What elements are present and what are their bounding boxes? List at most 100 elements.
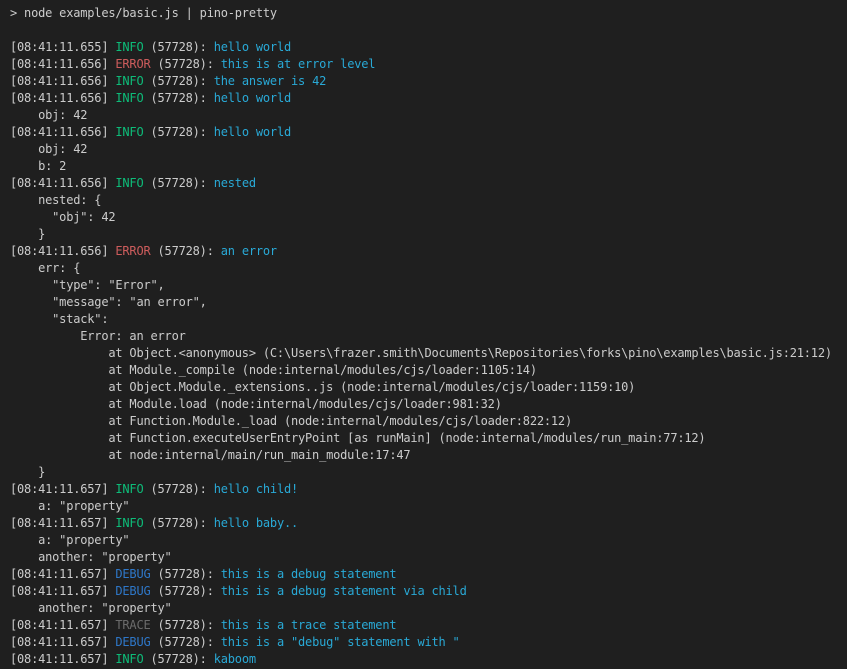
- command-line: > node examples/basic.js | pino-pretty: [10, 5, 847, 22]
- property-line: Error: an error: [10, 328, 847, 345]
- property-text: at Module._compile (node:internal/module…: [10, 363, 537, 377]
- property-line: at Function.Module._load (node:internal/…: [10, 413, 847, 430]
- log-line: [08:41:11.657] INFO (57728): kaboom: [10, 651, 847, 668]
- log-message: this is a "debug" statement with ": [221, 635, 460, 649]
- property-text: at Module.load (node:internal/modules/cj…: [10, 397, 502, 411]
- log-line: [08:41:11.657] DEBUG (57728): this is a …: [10, 566, 847, 583]
- log-pid: (57728):: [151, 244, 221, 258]
- log-timestamp: [08:41:11.655]: [10, 40, 115, 54]
- log-message: hello world: [214, 40, 291, 54]
- log-level: INFO: [115, 40, 143, 54]
- property-text: b: 2: [10, 159, 66, 173]
- property-line: "message": "an error",: [10, 294, 847, 311]
- log-level: INFO: [115, 652, 143, 666]
- property-text: Error: an error: [10, 329, 186, 343]
- log-timestamp: [08:41:11.656]: [10, 244, 115, 258]
- log-timestamp: [08:41:11.656]: [10, 57, 115, 71]
- log-line: [08:41:11.657] INFO (57728): hello baby.…: [10, 515, 847, 532]
- log-pid: (57728):: [151, 584, 221, 598]
- log-timestamp: [08:41:11.657]: [10, 652, 115, 666]
- log-timestamp: [08:41:11.657]: [10, 482, 115, 496]
- log-message: an error: [221, 244, 277, 258]
- log-timestamp: [08:41:11.657]: [10, 567, 115, 581]
- log-message: hello baby..: [214, 516, 298, 530]
- property-line: another: "property": [10, 600, 847, 617]
- log-timestamp: [08:41:11.656]: [10, 74, 115, 88]
- log-pid: (57728):: [143, 482, 213, 496]
- log-line: [08:41:11.656] INFO (57728): nested: [10, 175, 847, 192]
- property-text: a: "property": [10, 499, 129, 513]
- log-level: INFO: [115, 91, 143, 105]
- log-pid: (57728):: [143, 91, 213, 105]
- property-text: another: "property": [10, 550, 172, 564]
- log-line: [08:41:11.656] INFO (57728): hello world: [10, 90, 847, 107]
- property-text: "message": "an error",: [10, 295, 207, 309]
- property-text: nested: {: [10, 193, 101, 207]
- log-message: hello child!: [214, 482, 298, 496]
- property-text: at Object.<anonymous> (C:\Users\frazer.s…: [10, 346, 832, 360]
- property-line: err: {: [10, 260, 847, 277]
- property-line: obj: 42: [10, 141, 847, 158]
- property-line: a: "property": [10, 532, 847, 549]
- log-level: DEBUG: [115, 567, 150, 581]
- property-text: obj: 42: [10, 108, 87, 122]
- property-line: at node:internal/main/run_main_module:17…: [10, 447, 847, 464]
- log-line: [08:41:11.656] ERROR (57728): this is at…: [10, 56, 847, 73]
- log-level: INFO: [115, 176, 143, 190]
- property-text: a: "property": [10, 533, 129, 547]
- command-text: > node examples/basic.js | pino-pretty: [10, 6, 277, 20]
- log-message: this is a debug statement via child: [221, 584, 467, 598]
- property-text: at Object.Module._extensions..js (node:i…: [10, 380, 635, 394]
- log-timestamp: [08:41:11.657]: [10, 618, 115, 632]
- property-line: "stack":: [10, 311, 847, 328]
- property-text: at node:internal/main/run_main_module:17…: [10, 448, 410, 462]
- property-line: at Object.<anonymous> (C:\Users\frazer.s…: [10, 345, 847, 362]
- log-message: hello world: [214, 91, 291, 105]
- property-text: }: [10, 465, 45, 479]
- log-timestamp: [08:41:11.657]: [10, 584, 115, 598]
- property-line: "type": "Error",: [10, 277, 847, 294]
- log-message: hello world: [214, 125, 291, 139]
- log-line: [08:41:11.656] ERROR (57728): an error: [10, 243, 847, 260]
- log-message: this is a debug statement: [221, 567, 397, 581]
- property-line: }: [10, 226, 847, 243]
- log-pid: (57728):: [143, 652, 213, 666]
- property-text: at Function.Module._load (node:internal/…: [10, 414, 572, 428]
- log-message: the answer is 42: [214, 74, 326, 88]
- property-line: at Function.executeUserEntryPoint [as ru…: [10, 430, 847, 447]
- property-text: obj: 42: [10, 142, 87, 156]
- log-pid: (57728):: [143, 74, 213, 88]
- log-timestamp: [08:41:11.657]: [10, 635, 115, 649]
- log-line: [08:41:11.657] DEBUG (57728): this is a …: [10, 583, 847, 600]
- property-line: a: "property": [10, 498, 847, 515]
- log-message: nested: [214, 176, 256, 190]
- log-level: INFO: [115, 125, 143, 139]
- log-level: ERROR: [115, 57, 150, 71]
- log-message: this is a trace statement: [221, 618, 397, 632]
- terminal[interactable]: > node examples/basic.js | pino-pretty [0…: [0, 0, 847, 669]
- log-timestamp: [08:41:11.657]: [10, 516, 115, 530]
- property-text: "type": "Error",: [10, 278, 165, 292]
- log-level: ERROR: [115, 244, 150, 258]
- log-timestamp: [08:41:11.656]: [10, 125, 115, 139]
- log-timestamp: [08:41:11.656]: [10, 176, 115, 190]
- log-level: DEBUG: [115, 635, 150, 649]
- property-line: }: [10, 464, 847, 481]
- property-text: another: "property": [10, 601, 172, 615]
- log-level: INFO: [115, 482, 143, 496]
- log-level: DEBUG: [115, 584, 150, 598]
- property-text: "obj": 42: [10, 210, 115, 224]
- log-pid: (57728):: [151, 57, 221, 71]
- log-line: [08:41:11.656] INFO (57728): hello world: [10, 124, 847, 141]
- log-line: [08:41:11.657] DEBUG (57728): this is a …: [10, 634, 847, 651]
- property-text: "stack":: [10, 312, 108, 326]
- property-line: another: "property": [10, 549, 847, 566]
- log-pid: (57728):: [151, 618, 221, 632]
- log-pid: (57728):: [151, 567, 221, 581]
- log-level: INFO: [115, 516, 143, 530]
- property-text: }: [10, 227, 45, 241]
- property-line: at Module._compile (node:internal/module…: [10, 362, 847, 379]
- blank-line: [10, 22, 847, 39]
- log-line: [08:41:11.655] INFO (57728): hello world: [10, 39, 847, 56]
- log-line: [08:41:11.656] INFO (57728): the answer …: [10, 73, 847, 90]
